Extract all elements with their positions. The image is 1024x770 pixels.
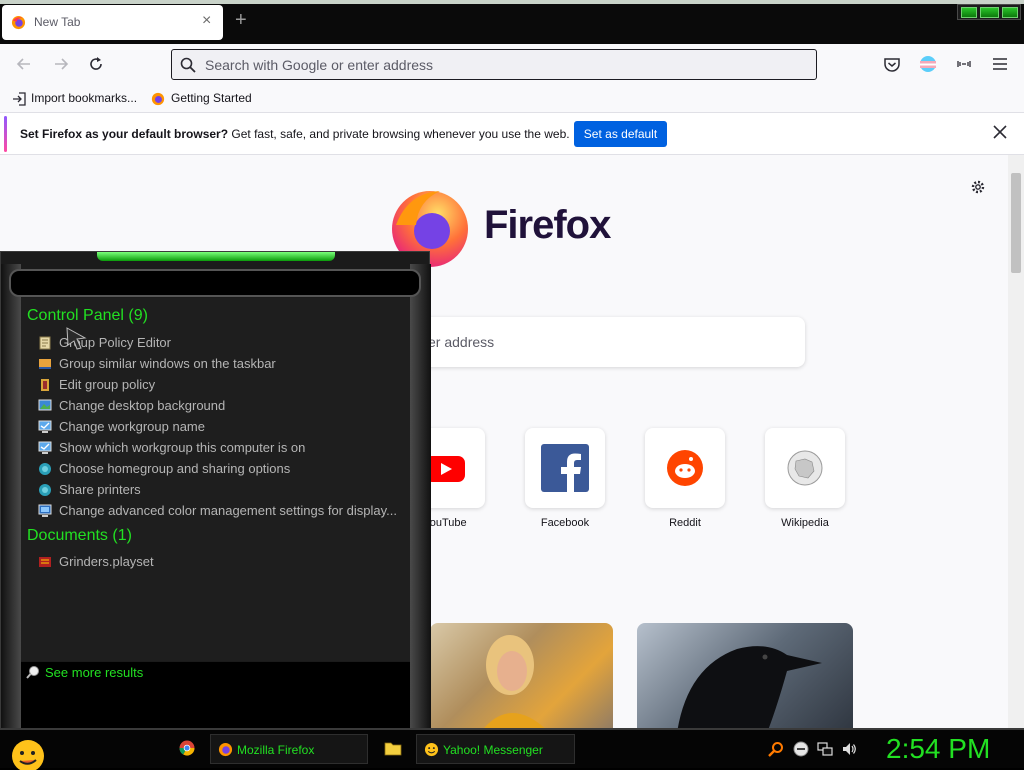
result-label: Choose homegroup and sharing options xyxy=(59,461,291,476)
start-menu-search-results: Control Panel (9) Group Policy Editor Gr… xyxy=(0,251,431,729)
navigation-toolbar: Search with Google or enter address xyxy=(0,44,1024,86)
notification-title: Set Firefox as your default browser? xyxy=(20,127,229,141)
story-card-image[interactable] xyxy=(430,623,613,730)
taskbar-item-firefox[interactable]: Mozilla Firefox xyxy=(210,734,368,764)
result-label: Share printers xyxy=(59,482,141,497)
status-tray-icon[interactable] xyxy=(793,741,809,757)
window-controls[interactable] xyxy=(957,4,1021,20)
taskbar: Mozilla Firefox Yahoo! Messenger 2:54 PM xyxy=(0,728,1024,770)
folder-icon[interactable] xyxy=(384,740,402,756)
firefox-wordmark: Firefox xyxy=(484,203,611,247)
volume-tray-icon[interactable] xyxy=(841,741,857,757)
start-menu-top-accent xyxy=(97,252,335,261)
playset-file-icon xyxy=(39,557,51,567)
firefox-icon xyxy=(151,92,165,106)
result-label: Grinders.playset xyxy=(59,554,154,569)
display-icon xyxy=(38,504,52,517)
homegroup-icon xyxy=(39,463,51,475)
bookmark-getting-started[interactable]: Getting Started xyxy=(171,91,252,105)
notification-text: Get fast, safe, and private browsing whe… xyxy=(228,127,570,141)
search-icon xyxy=(180,57,196,73)
url-bar[interactable]: Search with Google or enter address xyxy=(171,49,817,80)
url-placeholder: Search with Google or enter address xyxy=(205,57,434,73)
close-button[interactable] xyxy=(1002,7,1018,18)
mouse-cursor-icon xyxy=(66,327,87,350)
pocket-icon[interactable] xyxy=(882,54,902,74)
result-label: Group similar windows on the taskbar xyxy=(59,356,276,371)
extension-icon[interactable] xyxy=(954,54,974,74)
results-group-control-panel[interactable]: Control Panel (9) xyxy=(27,307,148,325)
page-scrollbar[interactable] xyxy=(1008,155,1024,730)
tab-strip: New Tab × + xyxy=(0,0,1024,44)
top-site-wikipedia[interactable] xyxy=(765,428,845,508)
network-tray-icon[interactable] xyxy=(817,741,833,757)
yahoo-messenger-icon xyxy=(424,742,439,757)
scrollbar-thumb[interactable] xyxy=(1011,173,1021,273)
top-site-label: Wikipedia xyxy=(781,517,829,529)
desktop-background-icon xyxy=(38,399,52,411)
woman-photo-icon xyxy=(482,635,547,730)
notification-message: Set Firefox as your default browser? Get… xyxy=(20,127,570,141)
forward-icon[interactable] xyxy=(51,54,71,74)
result-label: Show which workgroup this computer is on xyxy=(59,440,306,455)
notification-accent xyxy=(4,116,7,152)
set-as-default-button[interactable]: Set as default xyxy=(574,121,667,147)
back-icon[interactable] xyxy=(14,54,34,74)
tab-new-tab[interactable]: New Tab × xyxy=(2,5,223,40)
top-site-facebook[interactable] xyxy=(525,428,605,508)
facebook-icon xyxy=(541,444,589,492)
menu-icon[interactable] xyxy=(990,54,1010,74)
top-site-label: Reddit xyxy=(669,517,701,529)
story-card-image[interactable] xyxy=(637,623,853,730)
taskbar-icon xyxy=(39,359,51,369)
bookmarks-toolbar: Import bookmarks... Getting Started xyxy=(0,86,1024,113)
start-menu-search-field[interactable] xyxy=(9,269,421,297)
wikipedia-icon xyxy=(787,450,823,486)
computer-icon xyxy=(38,420,52,433)
search-results-list xyxy=(21,298,410,661)
search-results-icon xyxy=(26,666,39,679)
account-avatar-icon[interactable] xyxy=(918,54,938,74)
taskbar-item-yahoo-messenger[interactable]: Yahoo! Messenger xyxy=(416,734,575,764)
reddit-icon xyxy=(667,450,703,486)
start-button-smiley-icon[interactable] xyxy=(8,738,48,770)
raven-photo-icon xyxy=(677,646,822,730)
result-label: Edit group policy xyxy=(59,377,156,392)
start-menu-left-frame xyxy=(1,264,21,729)
top-site-label: Facebook xyxy=(540,517,590,529)
top-site-reddit[interactable] xyxy=(645,428,725,508)
import-icon xyxy=(13,92,26,106)
magnifier-tray-icon[interactable] xyxy=(768,741,784,757)
homegroup-icon xyxy=(39,484,51,496)
taskbar-item-label: Mozilla Firefox xyxy=(237,743,315,757)
gear-icon[interactable] xyxy=(970,179,986,195)
taskbar-item-label: Yahoo! Messenger xyxy=(443,743,543,757)
window-top-border xyxy=(0,0,1024,4)
start-menu-right-frame xyxy=(410,264,431,729)
newtab-search-placeholder: er address xyxy=(428,334,495,350)
policy-icon xyxy=(39,336,51,350)
result-label: Change desktop background xyxy=(59,398,226,413)
tab-title: New Tab xyxy=(34,15,81,29)
maximize-button[interactable] xyxy=(980,7,999,18)
minimize-button[interactable] xyxy=(961,7,977,18)
firefox-icon xyxy=(11,15,26,30)
default-browser-notification: Set Firefox as your default browser? Get… xyxy=(0,113,1024,155)
result-label: Change workgroup name xyxy=(59,419,205,434)
firefox-icon xyxy=(218,742,233,757)
group-policy-icon xyxy=(41,379,49,391)
bookmark-import[interactable]: Import bookmarks... xyxy=(31,91,137,105)
computer-icon xyxy=(38,441,52,454)
chrome-icon[interactable] xyxy=(179,740,195,756)
youtube-icon xyxy=(425,456,465,482)
tab-close-icon[interactable]: × xyxy=(202,13,211,29)
new-tab-button[interactable]: + xyxy=(235,10,247,30)
reload-icon[interactable] xyxy=(86,54,106,74)
see-more-results-link[interactable]: See more results xyxy=(45,665,143,680)
close-icon[interactable] xyxy=(991,123,1009,141)
result-label: Change advanced color management setting… xyxy=(59,503,397,518)
taskbar-clock[interactable]: 2:54 PM xyxy=(886,733,990,765)
results-group-documents[interactable]: Documents (1) xyxy=(27,527,132,545)
